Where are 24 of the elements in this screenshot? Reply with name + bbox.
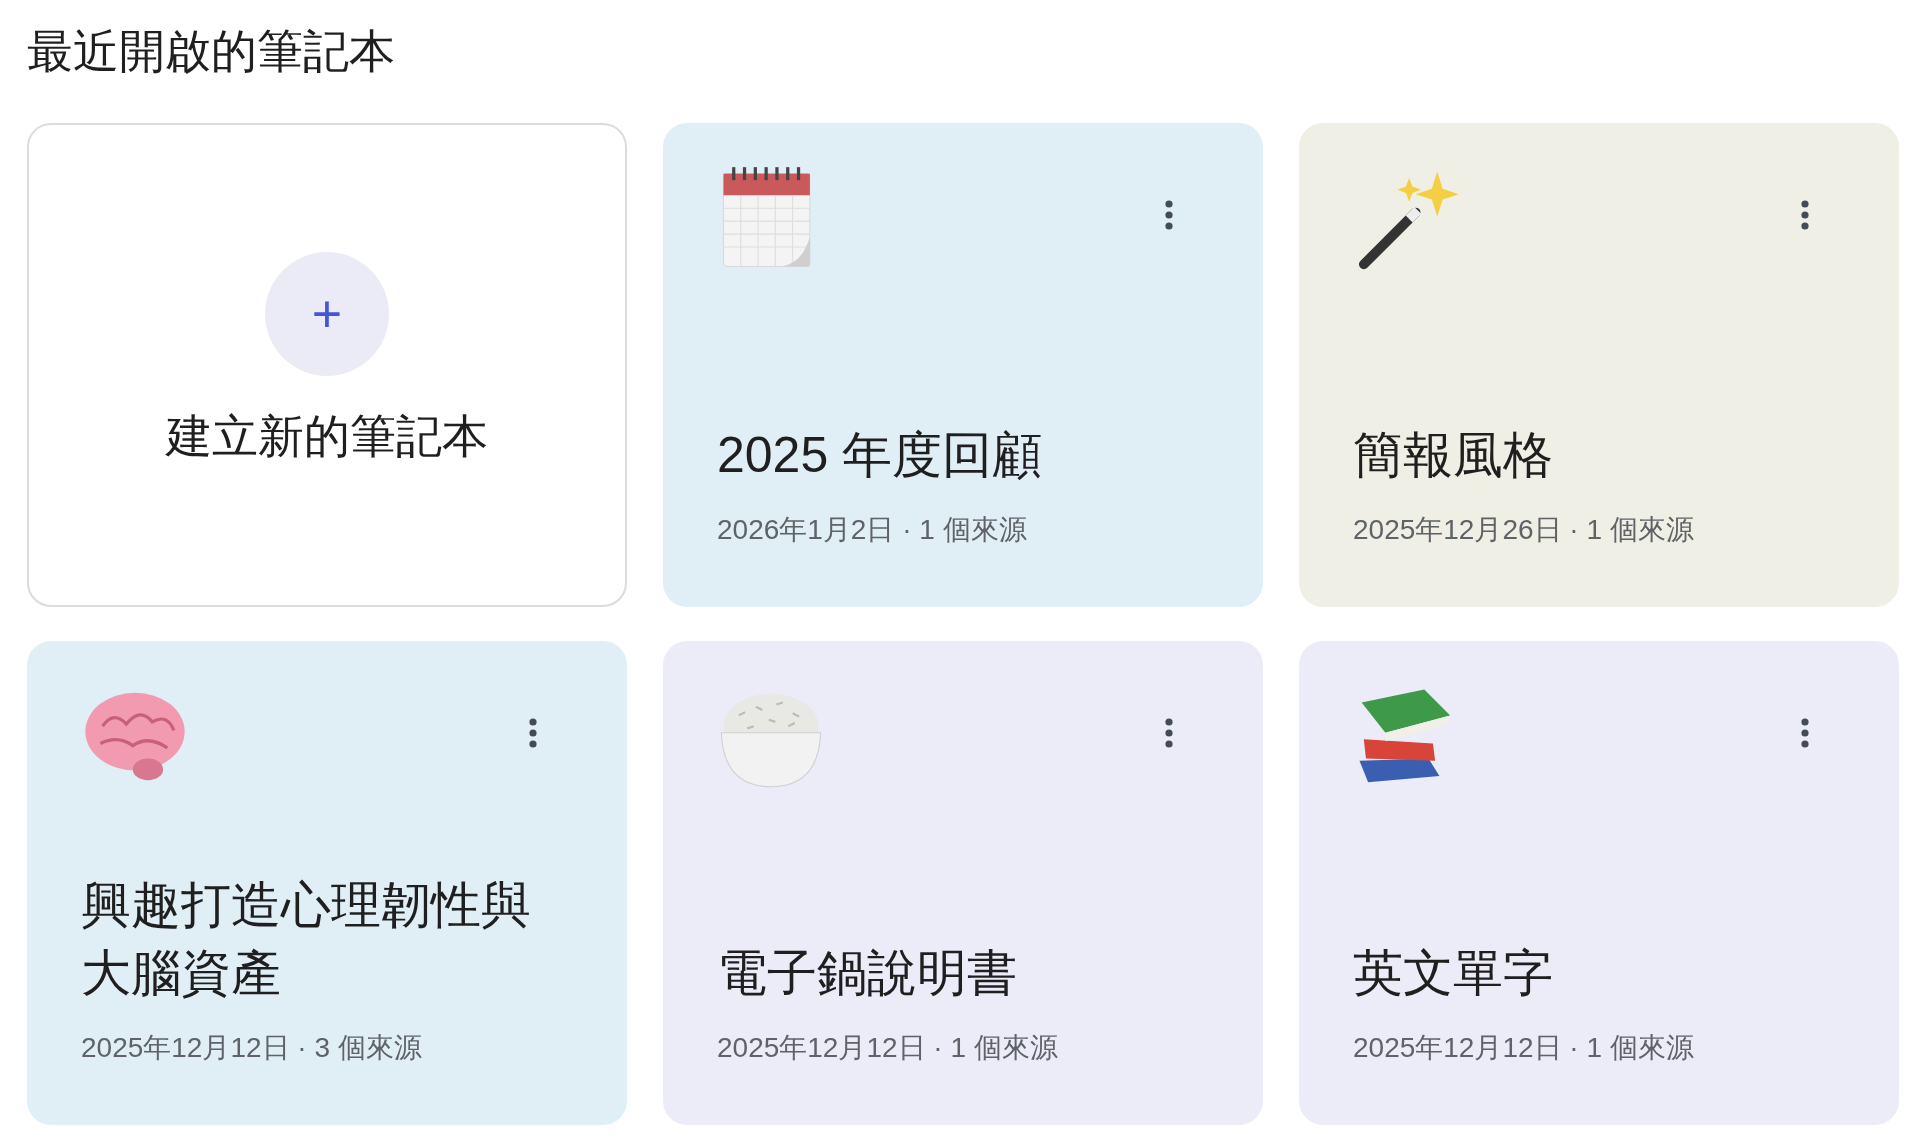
notebook-meta: 2026年1月2日 · 1 個來源 xyxy=(717,513,1028,548)
more-icon xyxy=(1801,718,1809,749)
create-notebook-label: 建立新的筆記本 xyxy=(166,409,488,465)
add-button[interactable]: + xyxy=(265,252,389,377)
notebook-title: 興趣打造心理韌性與大腦資產 xyxy=(81,876,532,1003)
notebook-card[interactable]: 英文單字 2025年12月12日 · 1 個來源 xyxy=(1299,641,1899,1126)
notebook-card[interactable]: 2025 年度回顧 2026年1月2日 · 1 個來源 xyxy=(663,123,1263,608)
create-notebook-card[interactable]: + 建立新的筆記本 xyxy=(27,123,627,608)
notebook-meta: 2025年12月12日 · 3 個來源 xyxy=(81,1031,423,1066)
more-icon xyxy=(1801,200,1809,231)
notebook-card[interactable]: 電子鍋說明書 2025年12月12日 · 1 個來源 xyxy=(663,641,1263,1126)
section-heading: 最近開啟的筆記本 xyxy=(27,24,396,79)
more-icon xyxy=(1165,718,1173,749)
notebook-meta: 2025年12月12日 · 1 個來源 xyxy=(1353,1031,1695,1066)
more-icon xyxy=(529,718,537,749)
notebook-title: 簡報風格 xyxy=(1353,425,1554,485)
notebook-meta: 2025年12月12日 · 1 個來源 xyxy=(717,1031,1059,1066)
notebook-title: 英文單字 xyxy=(1353,943,1554,1003)
notebook-meta: 2025年12月26日 · 1 個來源 xyxy=(1353,513,1695,548)
notebook-title: 2025 年度回顧 xyxy=(717,425,1044,485)
notebook-card[interactable]: 興趣打造心理韌性與大腦資產 2025年12月12日 · 3 個來源 xyxy=(27,641,627,1126)
notebook-card[interactable]: 簡報風格 2025年12月26日 · 1 個來源 xyxy=(1299,123,1899,608)
more-icon xyxy=(1165,200,1173,231)
notebook-title: 電子鍋說明書 xyxy=(717,943,1018,1003)
